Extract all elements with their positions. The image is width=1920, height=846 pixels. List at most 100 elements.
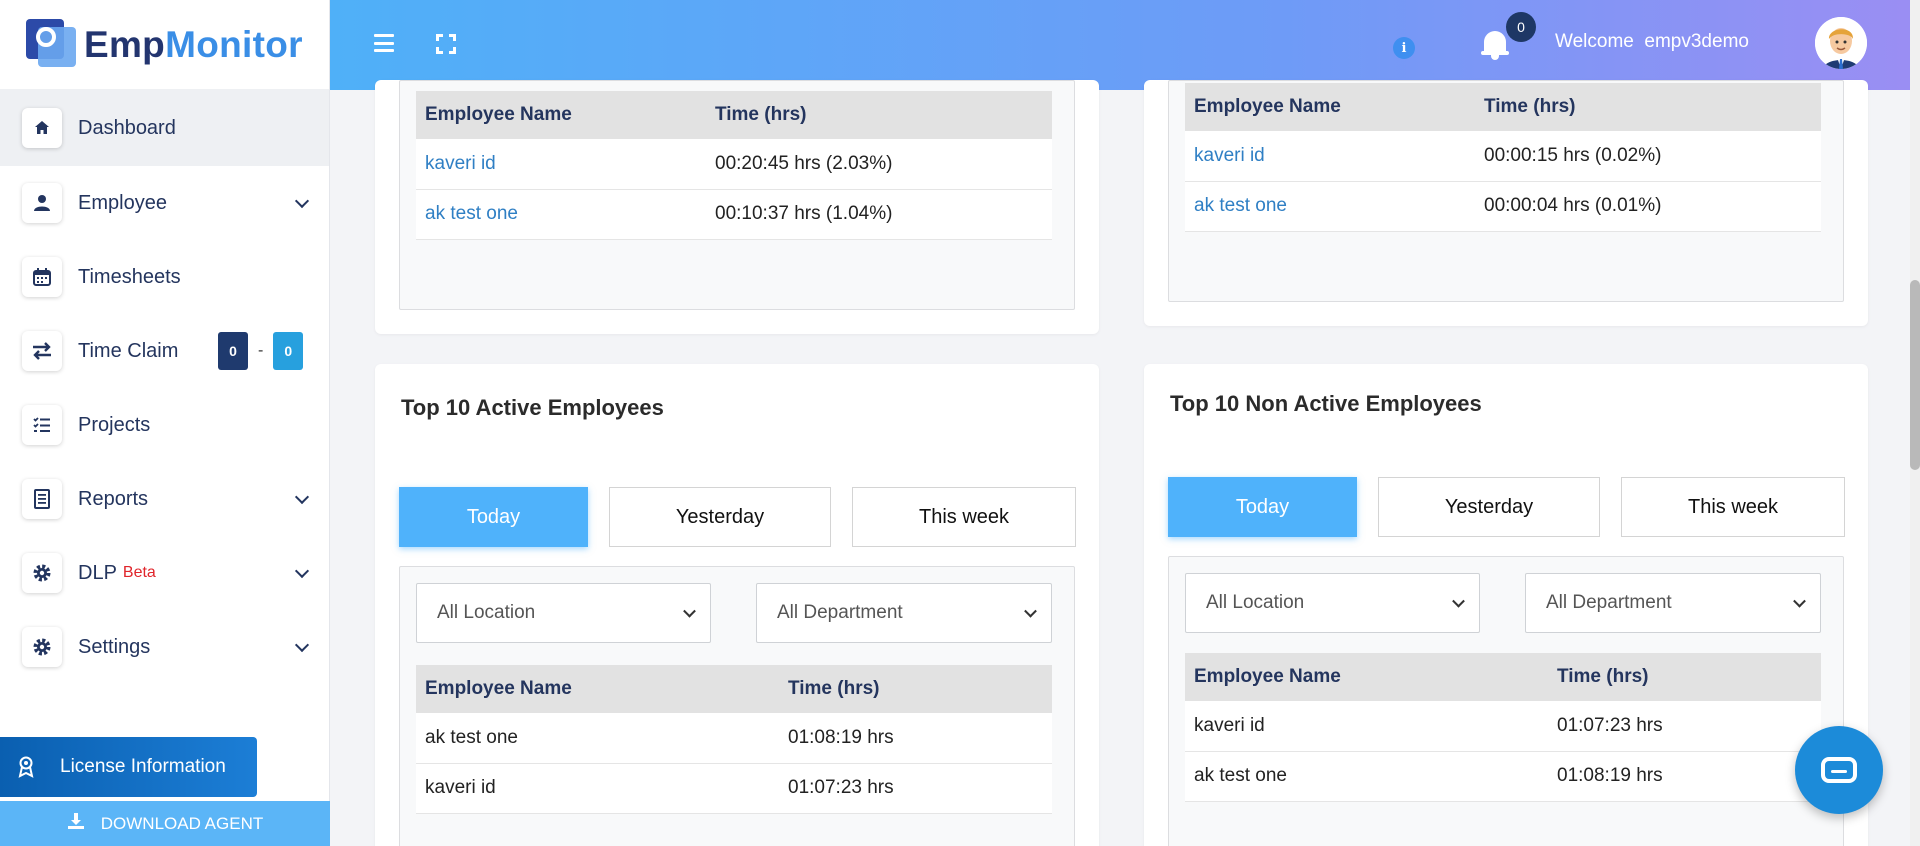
beta-badge: Beta bbox=[122, 564, 156, 581]
location-select[interactable]: All Location bbox=[1185, 573, 1480, 633]
sidebar-item-time-claim[interactable]: Time Claim 0 - 0 bbox=[0, 314, 329, 388]
column-header-time[interactable]: Time (hrs) bbox=[1548, 653, 1821, 701]
table-header-row: Employee Name Time (hrs) bbox=[416, 665, 1052, 713]
non-active-table-panel: All Location All Department Employee Nam… bbox=[1168, 556, 1844, 846]
sidebar-item-projects[interactable]: Projects bbox=[0, 388, 329, 462]
time-cell: 00:20:45 hrs (2.03%) bbox=[706, 139, 1052, 190]
employee-name-link[interactable]: kaveri id bbox=[416, 139, 706, 190]
approved-claim-count[interactable]: 0 bbox=[273, 332, 304, 370]
download-icon bbox=[67, 812, 85, 835]
employee-name-link[interactable]: ak test one bbox=[1185, 181, 1475, 232]
exchange-icon bbox=[22, 331, 62, 371]
tab-yesterday[interactable]: Yesterday bbox=[1378, 477, 1600, 537]
chevron-down-icon bbox=[294, 563, 310, 579]
fullscreen-icon[interactable] bbox=[436, 34, 456, 54]
period-tabs: Today Yesterday This week bbox=[1168, 477, 1845, 537]
time-cell: 00:00:04 hrs (0.01%) bbox=[1475, 181, 1821, 232]
logo-icon bbox=[26, 18, 78, 71]
department-select-value: All Department bbox=[777, 602, 903, 623]
department-select[interactable]: All Department bbox=[756, 583, 1052, 643]
table-header-row: Employee Name Time (hrs) bbox=[416, 91, 1052, 139]
table-header-row: Employee Name Time (hrs) bbox=[1185, 653, 1821, 701]
employee-name-cell: kaveri id bbox=[1185, 701, 1548, 752]
table-row: kaveri id 00:00:15 hrs (0.02%) bbox=[1185, 131, 1821, 182]
welcome-text: Welcome empv3demo bbox=[1555, 31, 1749, 53]
tab-this-week[interactable]: This week bbox=[852, 487, 1076, 547]
home-icon bbox=[22, 108, 62, 148]
sidebar: EmpMonitor Dashboard Employee Timesheets bbox=[0, 0, 330, 846]
sidebar-item-settings[interactable]: Settings bbox=[0, 610, 329, 684]
app-logo[interactable]: EmpMonitor bbox=[0, 0, 329, 90]
top-non-active-employees-card: Top 10 Non Active Employees Today Yester… bbox=[1144, 364, 1868, 846]
top-right-card: Employee Name Time (hrs) kaveri id 00:00… bbox=[1144, 80, 1868, 326]
department-select[interactable]: All Department bbox=[1525, 573, 1821, 633]
bell-icon[interactable] bbox=[1480, 28, 1510, 60]
task-list-icon bbox=[22, 405, 62, 445]
employee-name-link[interactable]: ak test one bbox=[416, 189, 706, 240]
location-select-value: All Location bbox=[437, 602, 536, 623]
calendar-icon bbox=[22, 257, 62, 297]
page-scrollbar-thumb[interactable] bbox=[1910, 280, 1920, 470]
column-header-employee-name[interactable]: Employee Name bbox=[416, 665, 779, 713]
chevron-down-icon bbox=[1024, 604, 1037, 618]
avatar[interactable] bbox=[1815, 17, 1867, 69]
sidebar-item-timesheets[interactable]: Timesheets bbox=[0, 240, 329, 314]
column-header-time[interactable]: Time (hrs) bbox=[1475, 83, 1821, 131]
column-header-employee-name[interactable]: Employee Name bbox=[416, 91, 706, 139]
tab-today[interactable]: Today bbox=[399, 487, 588, 547]
menu-toggle-icon[interactable] bbox=[374, 34, 394, 52]
sidebar-item-dashboard[interactable]: Dashboard bbox=[0, 90, 329, 166]
active-table-panel: All Location All Department Employee Nam… bbox=[399, 566, 1075, 846]
time-claim-counts: 0 - 0 bbox=[218, 332, 304, 370]
time-cell: 01:08:19 hrs bbox=[779, 713, 1052, 764]
chevron-down-icon bbox=[294, 637, 310, 653]
table-row: ak test one 00:00:04 hrs (0.01%) bbox=[1185, 181, 1821, 232]
tab-yesterday[interactable]: Yesterday bbox=[609, 487, 831, 547]
license-information-button[interactable]: License Information bbox=[0, 737, 257, 797]
chat-bubble-icon bbox=[1821, 757, 1857, 783]
sidebar-item-label: Time Claim bbox=[78, 339, 179, 362]
column-header-time[interactable]: Time (hrs) bbox=[706, 91, 1052, 139]
card-title: Top 10 Active Employees bbox=[401, 395, 664, 420]
sidebar-item-reports[interactable]: Reports bbox=[0, 462, 329, 536]
sidebar-item-label: Reports bbox=[78, 487, 149, 510]
sidebar-item-employee[interactable]: Employee bbox=[0, 166, 329, 240]
table-row: kaveri id 00:20:45 hrs (2.03%) bbox=[416, 139, 1052, 190]
top-left-card: Employee Name Time (hrs) kaveri id 00:20… bbox=[375, 80, 1099, 334]
sidebar-item-label: Dashboard bbox=[78, 116, 176, 139]
tab-this-week[interactable]: This week bbox=[1621, 477, 1845, 537]
chevron-down-icon bbox=[294, 489, 310, 505]
table-row: kaveri id 01:07:23 hrs bbox=[1185, 701, 1821, 752]
time-cell: 01:07:23 hrs bbox=[779, 763, 1052, 814]
card-title: Top 10 Non Active Employees bbox=[1170, 391, 1482, 416]
location-select[interactable]: All Location bbox=[416, 583, 711, 643]
tab-today[interactable]: Today bbox=[1168, 477, 1357, 537]
pending-claim-count[interactable]: 0 bbox=[218, 332, 248, 370]
username: empv3demo bbox=[1644, 31, 1749, 52]
employee-name-link[interactable]: kaveri id bbox=[1185, 131, 1475, 182]
gear-icon bbox=[22, 553, 62, 593]
report-icon bbox=[22, 479, 62, 519]
welcome-label: Welcome bbox=[1555, 31, 1634, 52]
chevron-down-icon bbox=[1793, 594, 1806, 608]
sidebar-nav: Dashboard Employee Timesheets Time Claim… bbox=[0, 90, 329, 684]
sidebar-item-label: Timesheets bbox=[78, 265, 181, 288]
top-right-table-panel: Employee Name Time (hrs) kaveri id 00:00… bbox=[1168, 80, 1844, 302]
time-cell: 00:10:37 hrs (1.04%) bbox=[706, 189, 1052, 240]
column-header-employee-name[interactable]: Employee Name bbox=[1185, 83, 1475, 131]
download-label: DOWNLOAD AGENT bbox=[100, 813, 264, 833]
table-row: kaveri id 01:07:23 hrs bbox=[416, 763, 1052, 814]
download-agent-button[interactable]: DOWNLOAD AGENT bbox=[0, 801, 330, 846]
employee-name-cell: ak test one bbox=[416, 713, 779, 764]
table-header-row: Employee Name Time (hrs) bbox=[1185, 83, 1821, 131]
chevron-down-icon bbox=[294, 193, 310, 209]
sidebar-item-label: DLP bbox=[78, 561, 117, 584]
table-row: ak test one 01:08:19 hrs bbox=[1185, 751, 1821, 802]
sidebar-item-dlp[interactable]: DLP Beta bbox=[0, 536, 329, 610]
info-icon[interactable]: i bbox=[1393, 37, 1415, 59]
period-tabs: Today Yesterday This week bbox=[399, 487, 1076, 547]
column-header-time[interactable]: Time (hrs) bbox=[779, 665, 1052, 713]
chat-support-button[interactable] bbox=[1795, 726, 1883, 814]
employee-name-cell: ak test one bbox=[1185, 751, 1548, 802]
column-header-employee-name[interactable]: Employee Name bbox=[1185, 653, 1548, 701]
